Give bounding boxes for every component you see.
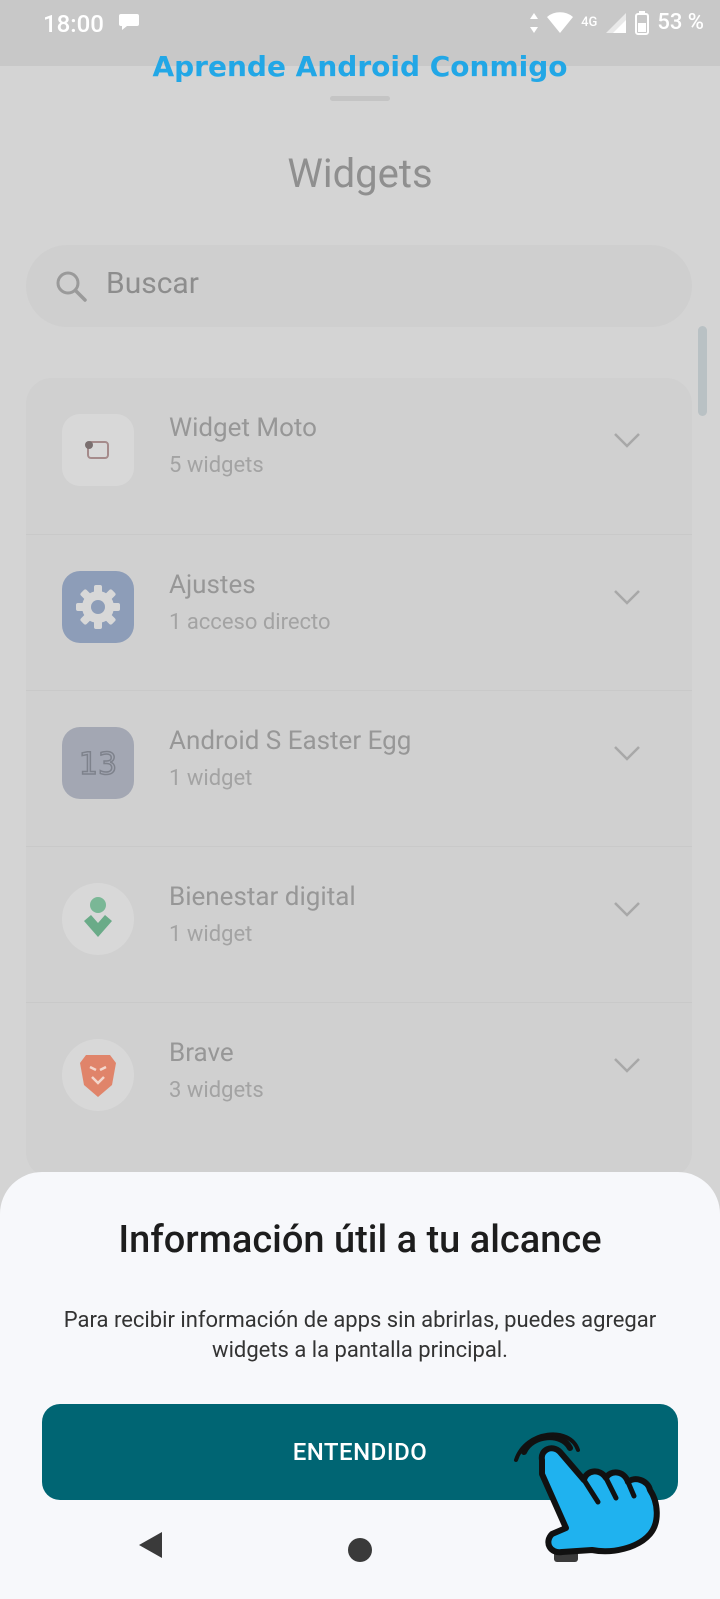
chevron-down-icon[interactable] (612, 1055, 642, 1075)
item-subtitle: 1 acceso directo (169, 610, 331, 635)
item-subtitle: 3 widgets (169, 1078, 264, 1103)
item-subtitle: 1 widget (169, 922, 253, 947)
item-title: Android S Easter Egg (169, 726, 412, 756)
chevron-down-icon[interactable] (612, 899, 642, 919)
item-title: Bienestar digital (169, 882, 356, 912)
status-icons: 4G 53 % (529, 10, 704, 35)
watermark-text: Aprende Android Conmigo (152, 50, 568, 83)
home-icon[interactable] (348, 1538, 372, 1562)
item-title: Ajustes (169, 570, 256, 600)
moto-widget-icon (62, 414, 134, 486)
status-time: 18:00 (43, 10, 104, 38)
chevron-down-icon[interactable] (612, 430, 642, 450)
search-icon (56, 271, 87, 302)
digital-wellbeing-icon (62, 883, 134, 955)
svg-text:13: 13 (79, 747, 117, 782)
back-icon[interactable] (136, 1530, 164, 1560)
item-title: Widget Moto (169, 413, 318, 443)
android-13-icon: 13 (62, 727, 134, 799)
dialog-title: Información útil a tu alcance (118, 1218, 602, 1262)
item-title: Brave (169, 1038, 234, 1068)
tap-hand-icon (514, 1432, 660, 1556)
brave-lion-icon (62, 1039, 134, 1111)
item-subtitle: 5 widgets (169, 453, 264, 478)
page-title: Widgets (287, 150, 433, 197)
settings-gear-icon (62, 571, 134, 643)
list-item-android-s-easter-egg[interactable]: 13 Android S Easter Egg 1 widget (26, 690, 692, 847)
dialog-body: Para recibir información de apps sin abr… (63, 1308, 657, 1363)
scrollbar[interactable] (698, 326, 707, 416)
data-arrows-icon (530, 12, 539, 33)
chevron-down-icon[interactable] (612, 743, 642, 763)
list-item-bienestar-digital[interactable]: Bienestar digital 1 widget (26, 846, 692, 1003)
drag-handle[interactable] (330, 96, 390, 101)
message-icon (119, 14, 139, 30)
chevron-down-icon[interactable] (612, 587, 642, 607)
list-item-brave[interactable]: Brave 3 widgets (26, 1002, 692, 1159)
list-item-ajustes[interactable]: Ajustes 1 acceso directo (26, 534, 692, 691)
widget-app-list: Widget Moto 5 widgets Ajustes 1 acceso d… (26, 378, 692, 1178)
search-input[interactable]: Buscar (106, 266, 199, 301)
battery-icon (635, 10, 650, 35)
network-type: 4G (581, 15, 598, 30)
wifi-icon (547, 11, 574, 33)
battery-level: 53 % (657, 10, 704, 35)
cell-signal-icon (606, 12, 627, 33)
search-bar[interactable]: Buscar (26, 245, 692, 327)
button-label: ENTENDIDO (292, 1438, 428, 1466)
item-subtitle: 1 widget (169, 766, 253, 791)
list-item-widget-moto[interactable]: Widget Moto 5 widgets (26, 378, 692, 534)
